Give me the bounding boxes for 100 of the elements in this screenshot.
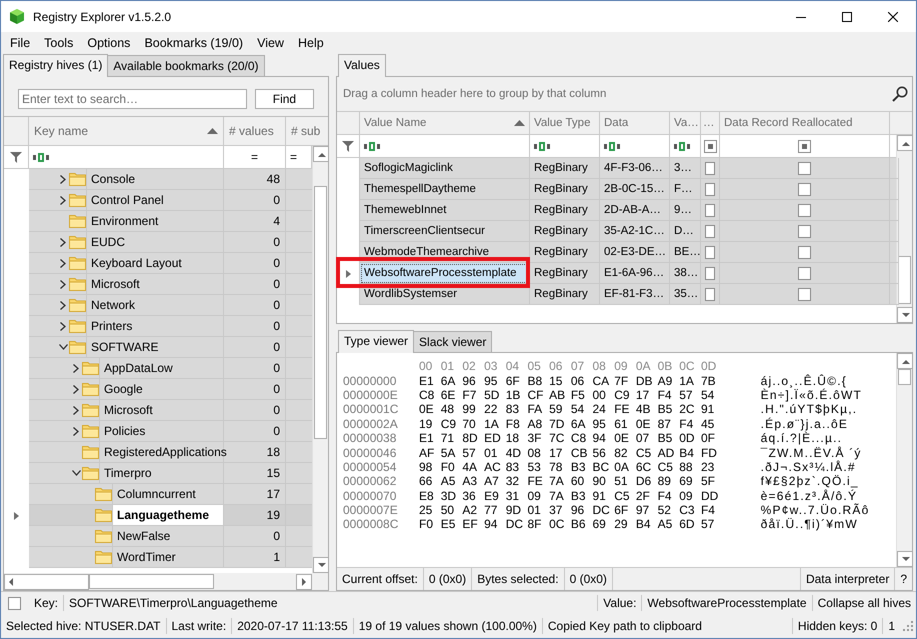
checkbox[interactable] [705,246,715,258]
tree-row[interactable]: NewFalse 0 [4,526,312,547]
table-row[interactable]: WordlibSystemser RegBinary EF-81-F3… 35… [337,284,896,305]
tree-item[interactable]: Policies [104,424,146,438]
scroll-down-button[interactable] [897,551,913,567]
tree-item[interactable]: Console [91,172,136,186]
scroll-down-button[interactable] [897,307,913,323]
filter-icon[interactable] [10,152,22,162]
help-button[interactable]: ? [895,568,912,590]
column-header[interactable]: # values [229,124,274,138]
table-row[interactable]: WebsoftwareProcesstemplate RegBinary E1-6A-96… 38… [337,263,896,284]
column-header[interactable]: Data [604,117,628,129]
tree-row[interactable]: SOFTWARE 0 [4,337,312,358]
expand-chevron-icon[interactable] [60,322,66,330]
data-interpreter-button[interactable]: Data interpreter [800,568,896,590]
checkbox[interactable] [8,596,21,610]
maximize-icon[interactable] [842,12,852,22]
tree-item[interactable]: Timerpro [104,466,152,480]
filter-operator[interactable]: = [290,150,298,164]
column-header[interactable]: Value Type [534,117,590,129]
table-row[interactable]: ThemewebInnet RegBinary 2D-AB-A… 9… [337,200,896,221]
tree-item[interactable]: Google [104,382,143,396]
checkbox[interactable] [705,266,715,280]
tree-item[interactable]: SOFTWARE [91,340,159,354]
expand-chevron-icon[interactable] [73,384,79,394]
scroll-right-button[interactable] [296,574,312,590]
filter-operator[interactable]: = [250,150,258,164]
tree-item[interactable]: Environment [91,214,158,228]
tree-item[interactable]: WordTimer [117,550,176,564]
tree-row[interactable]: Languagetheme 19 [4,505,312,526]
table-row[interactable]: ThemespellDaytheme RegBinary 2B-0C-15… F… [337,179,896,200]
expand-chevron-icon[interactable] [73,406,79,414]
menu-item[interactable]: Options [82,34,136,50]
expand-chevron-icon[interactable] [60,238,66,246]
menu-item[interactable]: Help [292,34,329,50]
checkbox[interactable] [798,162,811,174]
tab[interactable]: Registry hives (1) [3,54,108,77]
search-field[interactable]: Enter text to search… [18,89,247,109]
tree-row[interactable]: Console 48 [4,169,312,190]
scrollbar-thumb[interactable] [898,369,911,386]
checkbox[interactable] [798,182,811,196]
checkbox[interactable] [705,224,715,238]
column-header[interactable]: Va… [674,117,699,129]
tree-row[interactable]: RegisteredApplications 18 [4,442,312,463]
expand-chevron-icon[interactable] [60,300,66,310]
close-icon[interactable] [888,12,898,22]
vertical-scrollbar[interactable] [896,353,912,567]
scrollbar-thumb[interactable] [898,256,911,304]
scroll-up-button[interactable] [897,353,913,369]
tree-row[interactable]: AppDataLow 0 [4,358,312,379]
table-cell[interactable]: ThemewebInnet [364,204,446,216]
scroll-up-button[interactable] [313,146,329,162]
menu-item[interactable]: Tools [39,34,78,50]
checkbox[interactable] [798,204,811,216]
checkbox[interactable] [798,224,811,238]
tree-row[interactable]: WordTimer 1 [4,547,312,568]
tree-item[interactable]: Keyboard Layout [91,256,182,270]
menu-item[interactable]: Bookmarks (19/0) [139,34,248,50]
checkbox[interactable] [798,246,811,258]
checkbox[interactable] [705,204,715,216]
expand-chevron-icon[interactable] [73,426,79,436]
collapse-chevron-icon[interactable] [58,344,68,350]
tab[interactable]: Available bookmarks (20/0) [107,55,265,76]
tree-row[interactable]: Printers 0 [4,316,312,337]
tree-row[interactable]: Environment 4 [4,211,312,232]
search-icon[interactable] [892,86,908,102]
table-row[interactable]: WebmodeThemearchive RegBinary 02-E3-DE… BE… [337,242,896,263]
find-button[interactable]: Find [254,89,314,109]
filter-checkbox[interactable] [798,140,811,152]
table-row[interactable]: SoflogicMagiclink RegBinary 4F-F3-06… 3… [337,158,896,179]
table-row[interactable]: TimerscreenClientsecur RegBinary 35-A2-1C… D… [337,221,896,242]
tree-item[interactable]: Microsoft [104,403,153,417]
filter-icon[interactable] [342,140,354,152]
filter-checkbox[interactable] [704,140,716,152]
tree-item[interactable]: Columncurrent [117,487,196,501]
sort-ascending-icon[interactable] [207,128,218,134]
tree-item[interactable]: Control Panel [91,193,164,207]
table-cell[interactable]: ThemespellDaytheme [364,183,476,195]
collapse-all-button[interactable]: Collapse all hives [812,595,916,611]
tree-row[interactable]: Google 0 [4,379,312,400]
scroll-up-button[interactable] [897,135,913,151]
tree-row[interactable]: Microsoft 0 [4,274,312,295]
expand-chevron-icon[interactable] [60,280,66,288]
checkbox[interactable] [798,266,811,280]
column-header[interactable]: … [703,117,714,129]
checkbox[interactable] [705,182,715,196]
menu-item[interactable]: File [5,34,36,50]
vertical-scrollbar[interactable] [896,135,912,323]
tab[interactable]: Slack viewer [413,331,492,352]
tree-row[interactable]: Network 0 [4,295,312,316]
scrollbar-thumb[interactable] [314,186,327,440]
table-cell[interactable]: WebmodeThemearchive [364,246,490,258]
resize-grip-icon[interactable] [903,621,913,631]
vertical-scrollbar[interactable] [312,146,328,573]
tree-item[interactable]: Network [91,298,136,312]
tab[interactable]: Values [338,54,386,77]
scrollbar-thumb[interactable] [88,574,214,589]
tree-item[interactable]: EUDC [91,235,126,249]
tree-row[interactable]: Policies 0 [4,421,312,442]
tree-row[interactable]: Keyboard Layout 0 [4,253,312,274]
